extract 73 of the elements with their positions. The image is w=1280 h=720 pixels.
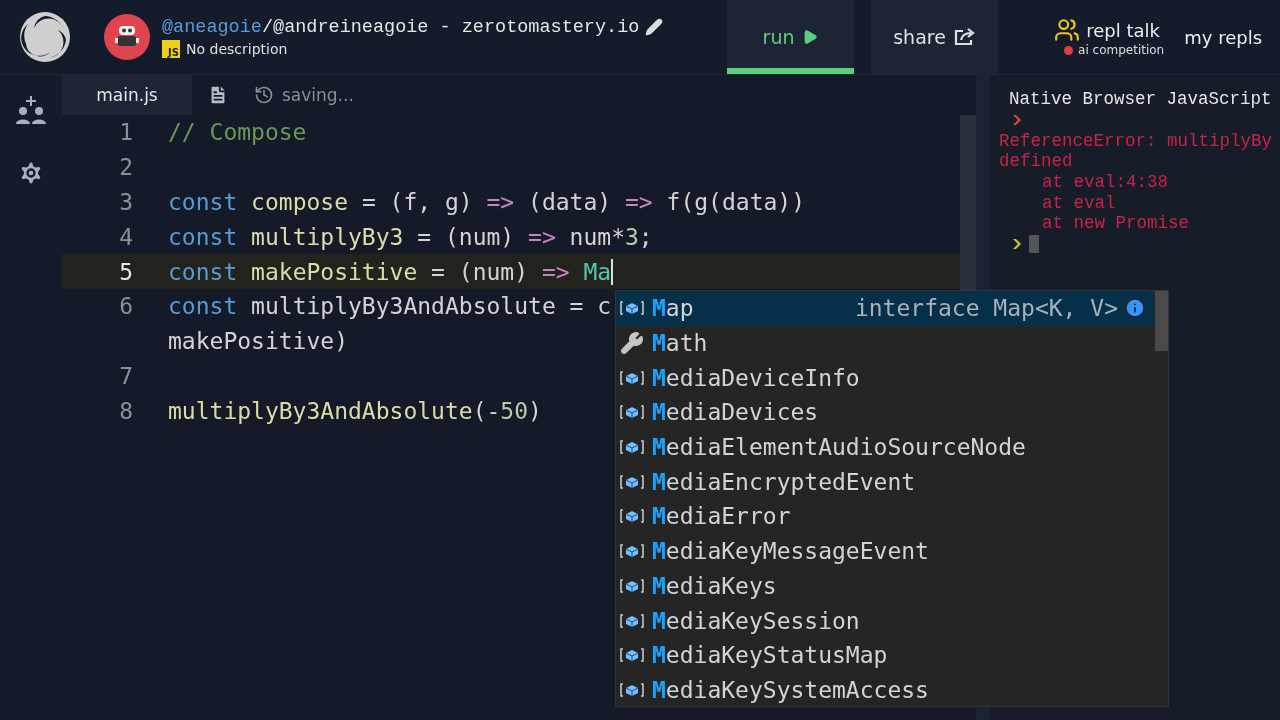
wrench-icon <box>620 331 644 356</box>
pencil-icon[interactable] <box>645 18 664 36</box>
run-tab[interactable]: run <box>727 0 855 74</box>
code-line: // Compose <box>168 119 307 146</box>
cube-icon <box>620 681 644 698</box>
line-number: 5 <box>118 258 133 285</box>
repl-talk-link[interactable]: repl talk <box>1086 19 1160 41</box>
competition-label: ai competition <box>1078 43 1165 57</box>
code-line: const makePositive = (num) => Ma <box>168 258 612 285</box>
cube-icon <box>620 543 644 560</box>
suggestion-item[interactable]: MediaDeviceInfo <box>616 360 1154 396</box>
cube-icon <box>620 404 644 421</box>
cube-icon <box>620 369 644 386</box>
owner-link[interactable]: @aneagoie <box>162 16 262 38</box>
my-repls-link[interactable]: my repls <box>1184 26 1262 48</box>
line-number: 4 <box>118 223 133 250</box>
error-text: ReferenceError: multiplyBy <box>999 130 1273 151</box>
history-icon <box>254 85 274 105</box>
play-icon <box>802 29 819 45</box>
code-line: const compose = (f, g) => (data) => f(g(data)) <box>168 189 806 215</box>
people-icon <box>1054 17 1081 43</box>
error-text: at new Promise <box>1041 213 1190 234</box>
prompt-icon <box>1013 115 1021 126</box>
suggestion-item[interactable]: MediaKeySession <box>616 603 1154 638</box>
line-number: 6 <box>118 293 133 320</box>
cube-icon <box>620 577 644 594</box>
suggestion-item[interactable]: MediaError <box>616 499 1154 534</box>
robot-icon <box>114 25 140 49</box>
suggestion-detail: interface Map<K, V> <box>854 295 1118 322</box>
save-status: saving... <box>282 85 354 105</box>
suggestion-item[interactable]: MediaElementAudioSourceNode <box>616 429 1154 465</box>
code-line: multiplyBy3AndAbsolute(-50) <box>168 397 542 424</box>
cube-icon <box>620 473 644 490</box>
suggestion-item[interactable]: MediaKeySystemAccess <box>616 672 1154 706</box>
share-icon <box>953 28 976 46</box>
avatar[interactable] <box>104 14 150 60</box>
suggestion-item[interactable]: MediaKeys <box>616 568 1154 604</box>
file-tab[interactable]: main.js <box>62 75 192 115</box>
input-cursor[interactable] <box>1029 235 1039 254</box>
share-tab[interactable]: share <box>871 0 999 74</box>
line-number: 8 <box>118 397 133 424</box>
error-text: at eval <box>1041 192 1116 213</box>
description: No description <box>186 40 288 57</box>
language-badge: JS <box>162 39 180 58</box>
logo-icon[interactable] <box>18 10 72 64</box>
status-dot <box>1064 45 1074 55</box>
cube-icon <box>620 508 644 525</box>
line-number: 3 <box>118 189 133 215</box>
prompt-icon <box>1013 239 1021 250</box>
code-line: makePositive) <box>168 328 348 355</box>
info-icon[interactable] <box>1124 297 1146 320</box>
add-people-icon[interactable] <box>16 95 46 125</box>
suggestion-item[interactable]: Map interface Map<K, V> <box>616 291 1154 326</box>
cube-icon <box>620 612 644 629</box>
line-number: 2 <box>118 154 133 181</box>
code-line: const multiplyBy3 = (num) => num*3; <box>168 223 653 250</box>
error-text: defined <box>999 151 1073 172</box>
scrollbar[interactable] <box>1155 291 1168 351</box>
suggestion-item[interactable]: Math <box>616 325 1154 361</box>
suggestion-item[interactable]: MediaEncryptedEvent <box>616 464 1154 500</box>
suggestion-item[interactable]: MediaKeyMessageEvent <box>616 533 1154 569</box>
text-cursor <box>611 258 614 285</box>
error-text: at eval:4:38 <box>1041 172 1169 193</box>
repl-title: /@andreineagoie - zerotomastery.io <box>261 16 640 38</box>
cube-icon <box>620 647 644 664</box>
code-line: const multiplyBy3AndAbsolute = c <box>168 293 612 320</box>
suggestion-item[interactable]: MediaKeyStatusMap <box>616 637 1154 673</box>
cube-icon <box>620 439 644 456</box>
line-number: 7 <box>118 362 133 389</box>
console-title: Native Browser JavaScript <box>1008 89 1272 110</box>
cube-icon <box>620 300 644 317</box>
line-number: 1 <box>118 119 133 146</box>
suggestion-item[interactable]: MediaDevices <box>616 395 1154 430</box>
